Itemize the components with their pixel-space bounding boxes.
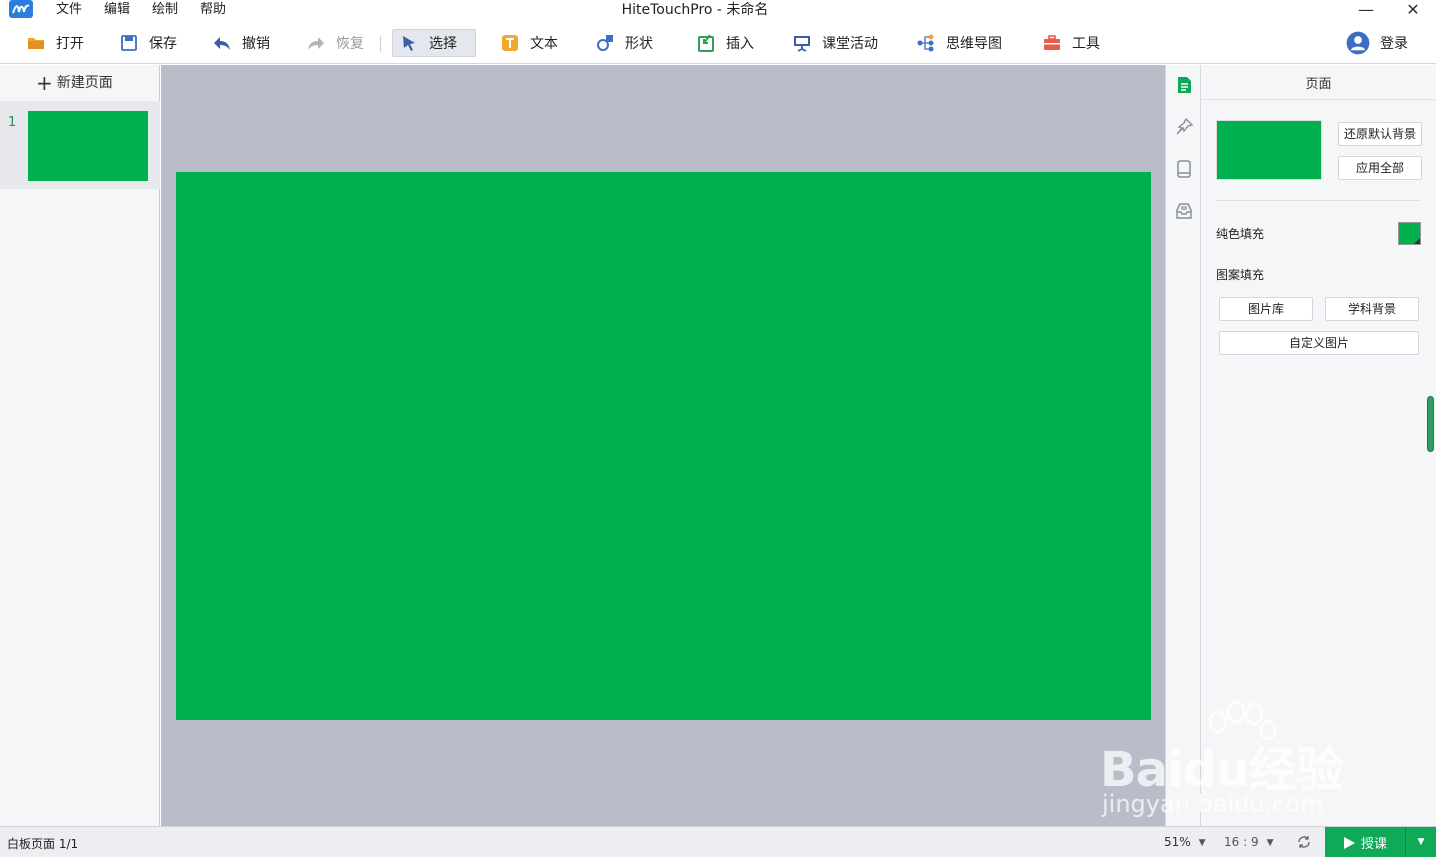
apply-all-button[interactable]: 应用全部 [1338, 156, 1422, 180]
panel-title: 页面 [1305, 77, 1332, 92]
mindmap-button[interactable]: 思维导图 [910, 29, 1010, 57]
new-page-button[interactable]: + 新建页面 [36, 73, 113, 93]
page-icon[interactable] [1174, 75, 1194, 95]
panel-divider [1201, 99, 1436, 100]
insert-button[interactable]: 插入 [690, 29, 762, 57]
class-activity-button[interactable]: 课堂活动 [786, 29, 886, 57]
ratio-value: 16 : 9 [1224, 835, 1259, 849]
restore-default-bg-button[interactable]: 还原默认背景 [1338, 122, 1422, 146]
page-thumbnail[interactable] [28, 111, 148, 181]
sync-icon[interactable] [1296, 834, 1312, 850]
solid-color-picker[interactable] [1398, 222, 1421, 245]
page-list-panel: + 新建页面 1 [0, 65, 160, 826]
app-window: 文件 编辑 绘制 帮助 HiteTouchPro - 未命名 — ✕ 打开 保存… [0, 0, 1436, 857]
login-label: 登录 [1380, 36, 1408, 52]
presentation-icon [794, 36, 810, 52]
open-label: 打开 [56, 36, 84, 52]
shape-label: 形状 [625, 36, 653, 52]
toolbar-divider [380, 36, 381, 52]
aspect-ratio-select[interactable]: 16 : 9 ▼ [1224, 835, 1274, 849]
close-button[interactable]: ✕ [1399, 0, 1427, 20]
solid-fill-label: 纯色填充 [1216, 227, 1265, 241]
select-label: 选择 [429, 36, 457, 52]
image-library-button[interactable]: 图片库 [1219, 297, 1313, 321]
redo-label: 恢复 [336, 36, 364, 52]
shape-icon [597, 35, 613, 51]
present-dropdown-button[interactable]: ▼ [1405, 827, 1436, 857]
chevron-down-icon: ▼ [1266, 838, 1274, 848]
open-button[interactable]: 打开 [20, 29, 92, 57]
panel-scrollbar[interactable] [1427, 396, 1434, 452]
cursor-icon [403, 36, 415, 51]
section-divider [1216, 200, 1421, 201]
text-label: 文本 [530, 36, 558, 52]
plus-icon: + [36, 71, 53, 95]
page-thumbnail-item[interactable]: 1 [0, 101, 160, 189]
save-button[interactable]: 保存 [113, 29, 185, 57]
present-label: 授课 [1360, 837, 1387, 852]
undo-label: 撤销 [242, 36, 270, 52]
tools-label: 工具 [1072, 36, 1100, 52]
text-button[interactable]: 文本 [494, 29, 566, 57]
insert-icon [698, 34, 714, 52]
shape-button[interactable]: 形状 [589, 29, 661, 57]
present-button[interactable]: 授课 [1325, 827, 1405, 857]
whiteboard-slide[interactable] [176, 172, 1151, 720]
background-preview [1216, 120, 1322, 180]
select-button[interactable]: 选择 [392, 29, 476, 57]
toolbox-icon [1044, 35, 1060, 50]
pin-icon[interactable] [1174, 117, 1194, 137]
redo-icon [308, 37, 324, 50]
main-toolbar: 打开 保存 撤销 恢复 选择 文本 形状 插入 课堂活动 思维导图 工具 登录 [0, 22, 1436, 64]
save-label: 保存 [149, 36, 177, 52]
properties-panel: 页面 还原默认背景 应用全部 纯色填充 图案填充 图片库 学科背景 自定义图片 [1201, 65, 1436, 826]
title-bar: 文件 编辑 绘制 帮助 HiteTouchPro - 未命名 — ✕ [0, 0, 1436, 22]
text-icon [502, 35, 518, 51]
minimize-button[interactable]: — [1352, 0, 1380, 20]
chevron-down-icon: ▼ [1198, 838, 1206, 848]
mindmap-icon [917, 34, 934, 52]
pattern-fill-label: 图案填充 [1216, 268, 1265, 282]
login-button[interactable]: 登录 [1340, 29, 1416, 57]
subject-background-button[interactable]: 学科背景 [1325, 297, 1419, 321]
user-icon [1346, 31, 1370, 55]
new-page-label: 新建页面 [56, 75, 113, 91]
zoom-select[interactable]: 51% ▼ [1164, 835, 1206, 849]
class-activity-label: 课堂活动 [822, 36, 878, 52]
undo-icon [214, 37, 230, 50]
save-icon [121, 35, 137, 51]
folder-icon [28, 38, 44, 49]
page-number: 1 [8, 115, 17, 130]
tools-button[interactable]: 工具 [1036, 29, 1108, 57]
book-icon[interactable] [1174, 159, 1194, 179]
undo-button[interactable]: 撤销 [206, 29, 278, 57]
zoom-value: 51% [1164, 835, 1191, 849]
mindmap-label: 思维导图 [946, 36, 1002, 52]
redo-button[interactable]: 恢复 [300, 29, 372, 57]
insert-label: 插入 [726, 36, 754, 52]
play-icon [1343, 836, 1355, 849]
side-icon-strip [1165, 65, 1201, 826]
status-bar: 白板页面 1/1 51% ▼ 16 : 9 ▼ 授课 ▼ [0, 826, 1436, 857]
inbox-icon[interactable] [1174, 201, 1194, 221]
window-title: HiteTouchPro - 未命名 [621, 2, 769, 18]
page-info: 白板页面 1/1 [7, 837, 79, 851]
custom-image-button[interactable]: 自定义图片 [1219, 331, 1419, 355]
canvas-area [161, 65, 1165, 826]
